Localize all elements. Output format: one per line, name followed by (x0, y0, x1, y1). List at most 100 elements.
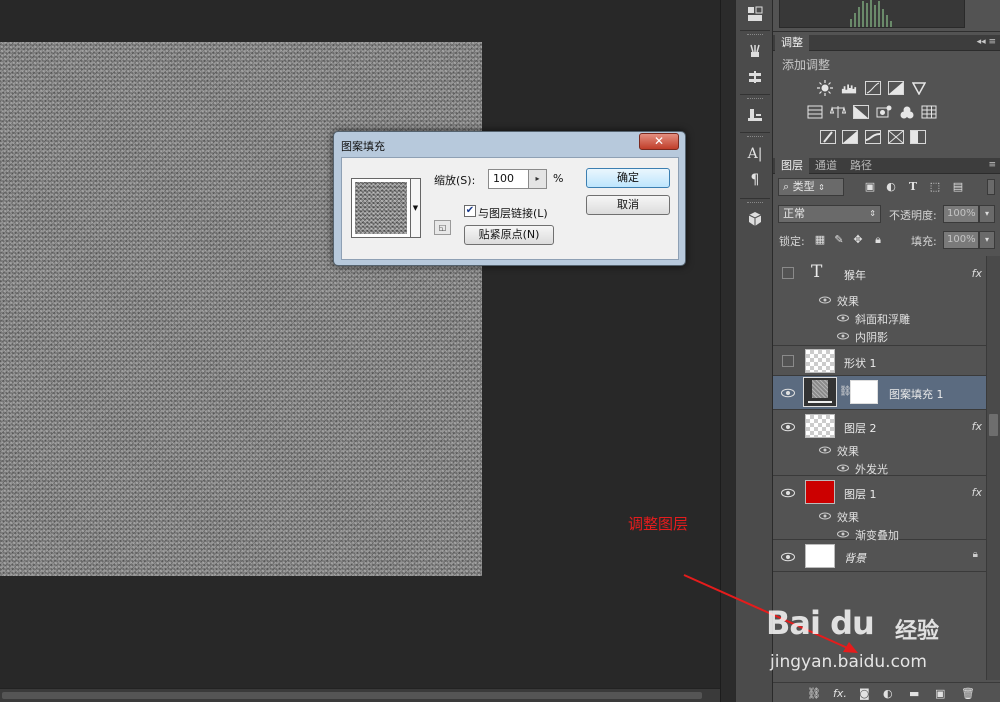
layer-row[interactable]: 图层 1 fx 效果 渐变叠加 (773, 476, 986, 542)
eye-icon[interactable] (781, 388, 795, 398)
panel-menu-icon[interactable]: ≡ (988, 160, 996, 170)
lock-pixels-icon[interactable]: ✎ (832, 234, 846, 246)
fill-dropdown[interactable]: ▾ (979, 231, 995, 249)
color-balance-icon[interactable] (830, 105, 846, 119)
lock-all-icon[interactable]: 🔒︎ (871, 234, 885, 246)
threshold-icon[interactable] (865, 130, 881, 144)
visibility-toggle[interactable] (782, 267, 794, 279)
fill-input[interactable]: 100% (943, 231, 979, 249)
eye-icon[interactable] (837, 530, 849, 538)
pattern-fill-thumbnail[interactable] (803, 377, 837, 407)
eye-icon[interactable] (837, 314, 849, 322)
link-layers-icon[interactable]: ⛓︎ (807, 687, 821, 700)
filter-pixel-icon[interactable]: ▣ (863, 181, 877, 193)
tab-layers[interactable]: 图层 (775, 158, 809, 174)
color-lookup-icon[interactable] (921, 105, 937, 119)
effect-item[interactable]: 内阴影 (855, 329, 888, 345)
filter-smart-object-icon[interactable]: ▤ (951, 181, 965, 193)
document-canvas[interactable] (0, 42, 482, 576)
3d-cube-icon[interactable] (742, 208, 768, 230)
hue-saturation-icon[interactable] (807, 105, 823, 119)
ok-button[interactable]: 确定 (586, 168, 670, 188)
lock-transparent-icon[interactable]: ▦ (813, 234, 827, 246)
filter-toggle[interactable] (987, 179, 995, 195)
visibility-toggle[interactable] (782, 355, 794, 367)
lock-position-icon[interactable]: ✥ (851, 234, 865, 246)
layer-row[interactable]: 形状 1 (773, 346, 986, 376)
brightness-contrast-icon[interactable] (817, 80, 833, 96)
gradient-map-icon[interactable] (888, 130, 904, 144)
pattern-dropdown-button[interactable]: ▼ (411, 178, 421, 238)
eye-icon[interactable] (781, 422, 795, 432)
layer-row[interactable]: 背景 🔒︎ (773, 540, 986, 572)
brush-presets-icon[interactable] (742, 40, 768, 62)
tab-adjustments[interactable]: 调整 (775, 35, 809, 51)
pattern-picker[interactable] (351, 178, 411, 238)
snap-to-origin-button[interactable]: 贴紧原点(N) (464, 225, 554, 245)
invert-icon[interactable] (820, 130, 836, 144)
add-style-icon[interactable]: fx. (833, 687, 847, 700)
photo-filter-icon[interactable] (876, 105, 892, 119)
eye-icon[interactable] (819, 512, 831, 520)
scale-input[interactable]: 100 (488, 169, 529, 189)
link-with-layer-label[interactable]: 与图层链接(L) (478, 205, 548, 221)
posterize-icon[interactable] (842, 130, 858, 144)
link-with-layer-checkbox[interactable]: ✔ (464, 205, 476, 217)
eye-icon[interactable] (781, 552, 795, 562)
eye-icon[interactable] (837, 464, 849, 472)
new-layer-icon[interactable]: ▣ (935, 687, 945, 700)
scrollbar-thumb[interactable] (2, 692, 702, 699)
clone-source-icon[interactable] (742, 66, 768, 88)
layer-row[interactable]: 图层 2 fx 效果 外发光 (773, 410, 986, 476)
layer-row-selected[interactable]: ⛓︎ 图案填充 1 (773, 376, 986, 410)
selective-color-icon[interactable] (910, 130, 926, 144)
pattern-preset-icon[interactable]: ◱ (434, 220, 451, 235)
exposure-icon[interactable] (888, 81, 904, 95)
close-button[interactable]: ✕ (639, 133, 679, 150)
filter-adjustment-icon[interactable]: ◐ (884, 181, 898, 193)
horizontal-scrollbar[interactable] (0, 688, 735, 702)
layer-name[interactable]: 图层 2 (844, 420, 877, 436)
opacity-input[interactable]: 100% (943, 205, 979, 223)
fx-icon[interactable]: fx (972, 267, 982, 280)
layer-mask-thumbnail[interactable] (850, 380, 878, 404)
layer-filter-select[interactable]: ⌕ 类型 ⇕ (778, 178, 844, 196)
cancel-button[interactable]: 取消 (586, 195, 670, 215)
layer-name[interactable]: 图层 1 (844, 486, 877, 502)
tab-channels[interactable]: 通道 (809, 158, 843, 174)
curves-icon[interactable] (865, 81, 881, 95)
black-white-icon[interactable] (853, 105, 869, 119)
new-group-icon[interactable]: ▬ (909, 687, 919, 700)
layers-scrollbar[interactable] (986, 256, 1000, 680)
eye-icon[interactable] (781, 488, 795, 498)
effect-item[interactable]: 外发光 (855, 461, 888, 477)
levels-icon[interactable] (841, 81, 857, 95)
blend-mode-select[interactable]: 正常 ⇕ (778, 205, 881, 223)
properties-icon[interactable] (742, 3, 768, 25)
effect-item[interactable]: 斜面和浮雕 (855, 311, 910, 327)
channel-mixer-icon[interactable] (899, 105, 915, 119)
add-mask-icon[interactable]: ◙ (859, 687, 870, 700)
layer-name[interactable]: 形状 1 (844, 355, 877, 371)
layer-row[interactable]: T 猴年 fx 效果 斜面和浮雕 内阴影 (773, 256, 986, 346)
character-icon[interactable]: A| (742, 143, 768, 165)
canvas-workspace[interactable] (0, 0, 720, 688)
fx-icon[interactable]: fx (972, 486, 982, 499)
tool-presets-icon[interactable] (742, 104, 768, 126)
paragraph-icon[interactable]: ¶ (742, 169, 768, 191)
delete-layer-icon[interactable]: 🗑︎ (961, 687, 975, 700)
vibrance-icon[interactable] (911, 81, 927, 95)
layer-name[interactable]: 背景 (844, 550, 866, 566)
fx-icon[interactable]: fx (972, 420, 982, 433)
layer-name[interactable]: 猴年 (844, 267, 866, 283)
panel-menu-icon[interactable]: ◂◂ ≡ (977, 37, 996, 47)
filter-shape-icon[interactable]: ⬚ (928, 181, 942, 193)
eye-icon[interactable] (819, 296, 831, 304)
scrollbar-thumb[interactable] (989, 414, 998, 436)
new-adjustment-layer-icon[interactable]: ◐ (883, 687, 893, 700)
scale-slider-toggle[interactable]: ▸ (529, 169, 547, 189)
eye-icon[interactable] (837, 332, 849, 340)
layer-name[interactable]: 图案填充 1 (889, 386, 944, 402)
tab-paths[interactable]: 路径 (844, 158, 878, 174)
filter-type-icon[interactable]: T (906, 181, 920, 193)
